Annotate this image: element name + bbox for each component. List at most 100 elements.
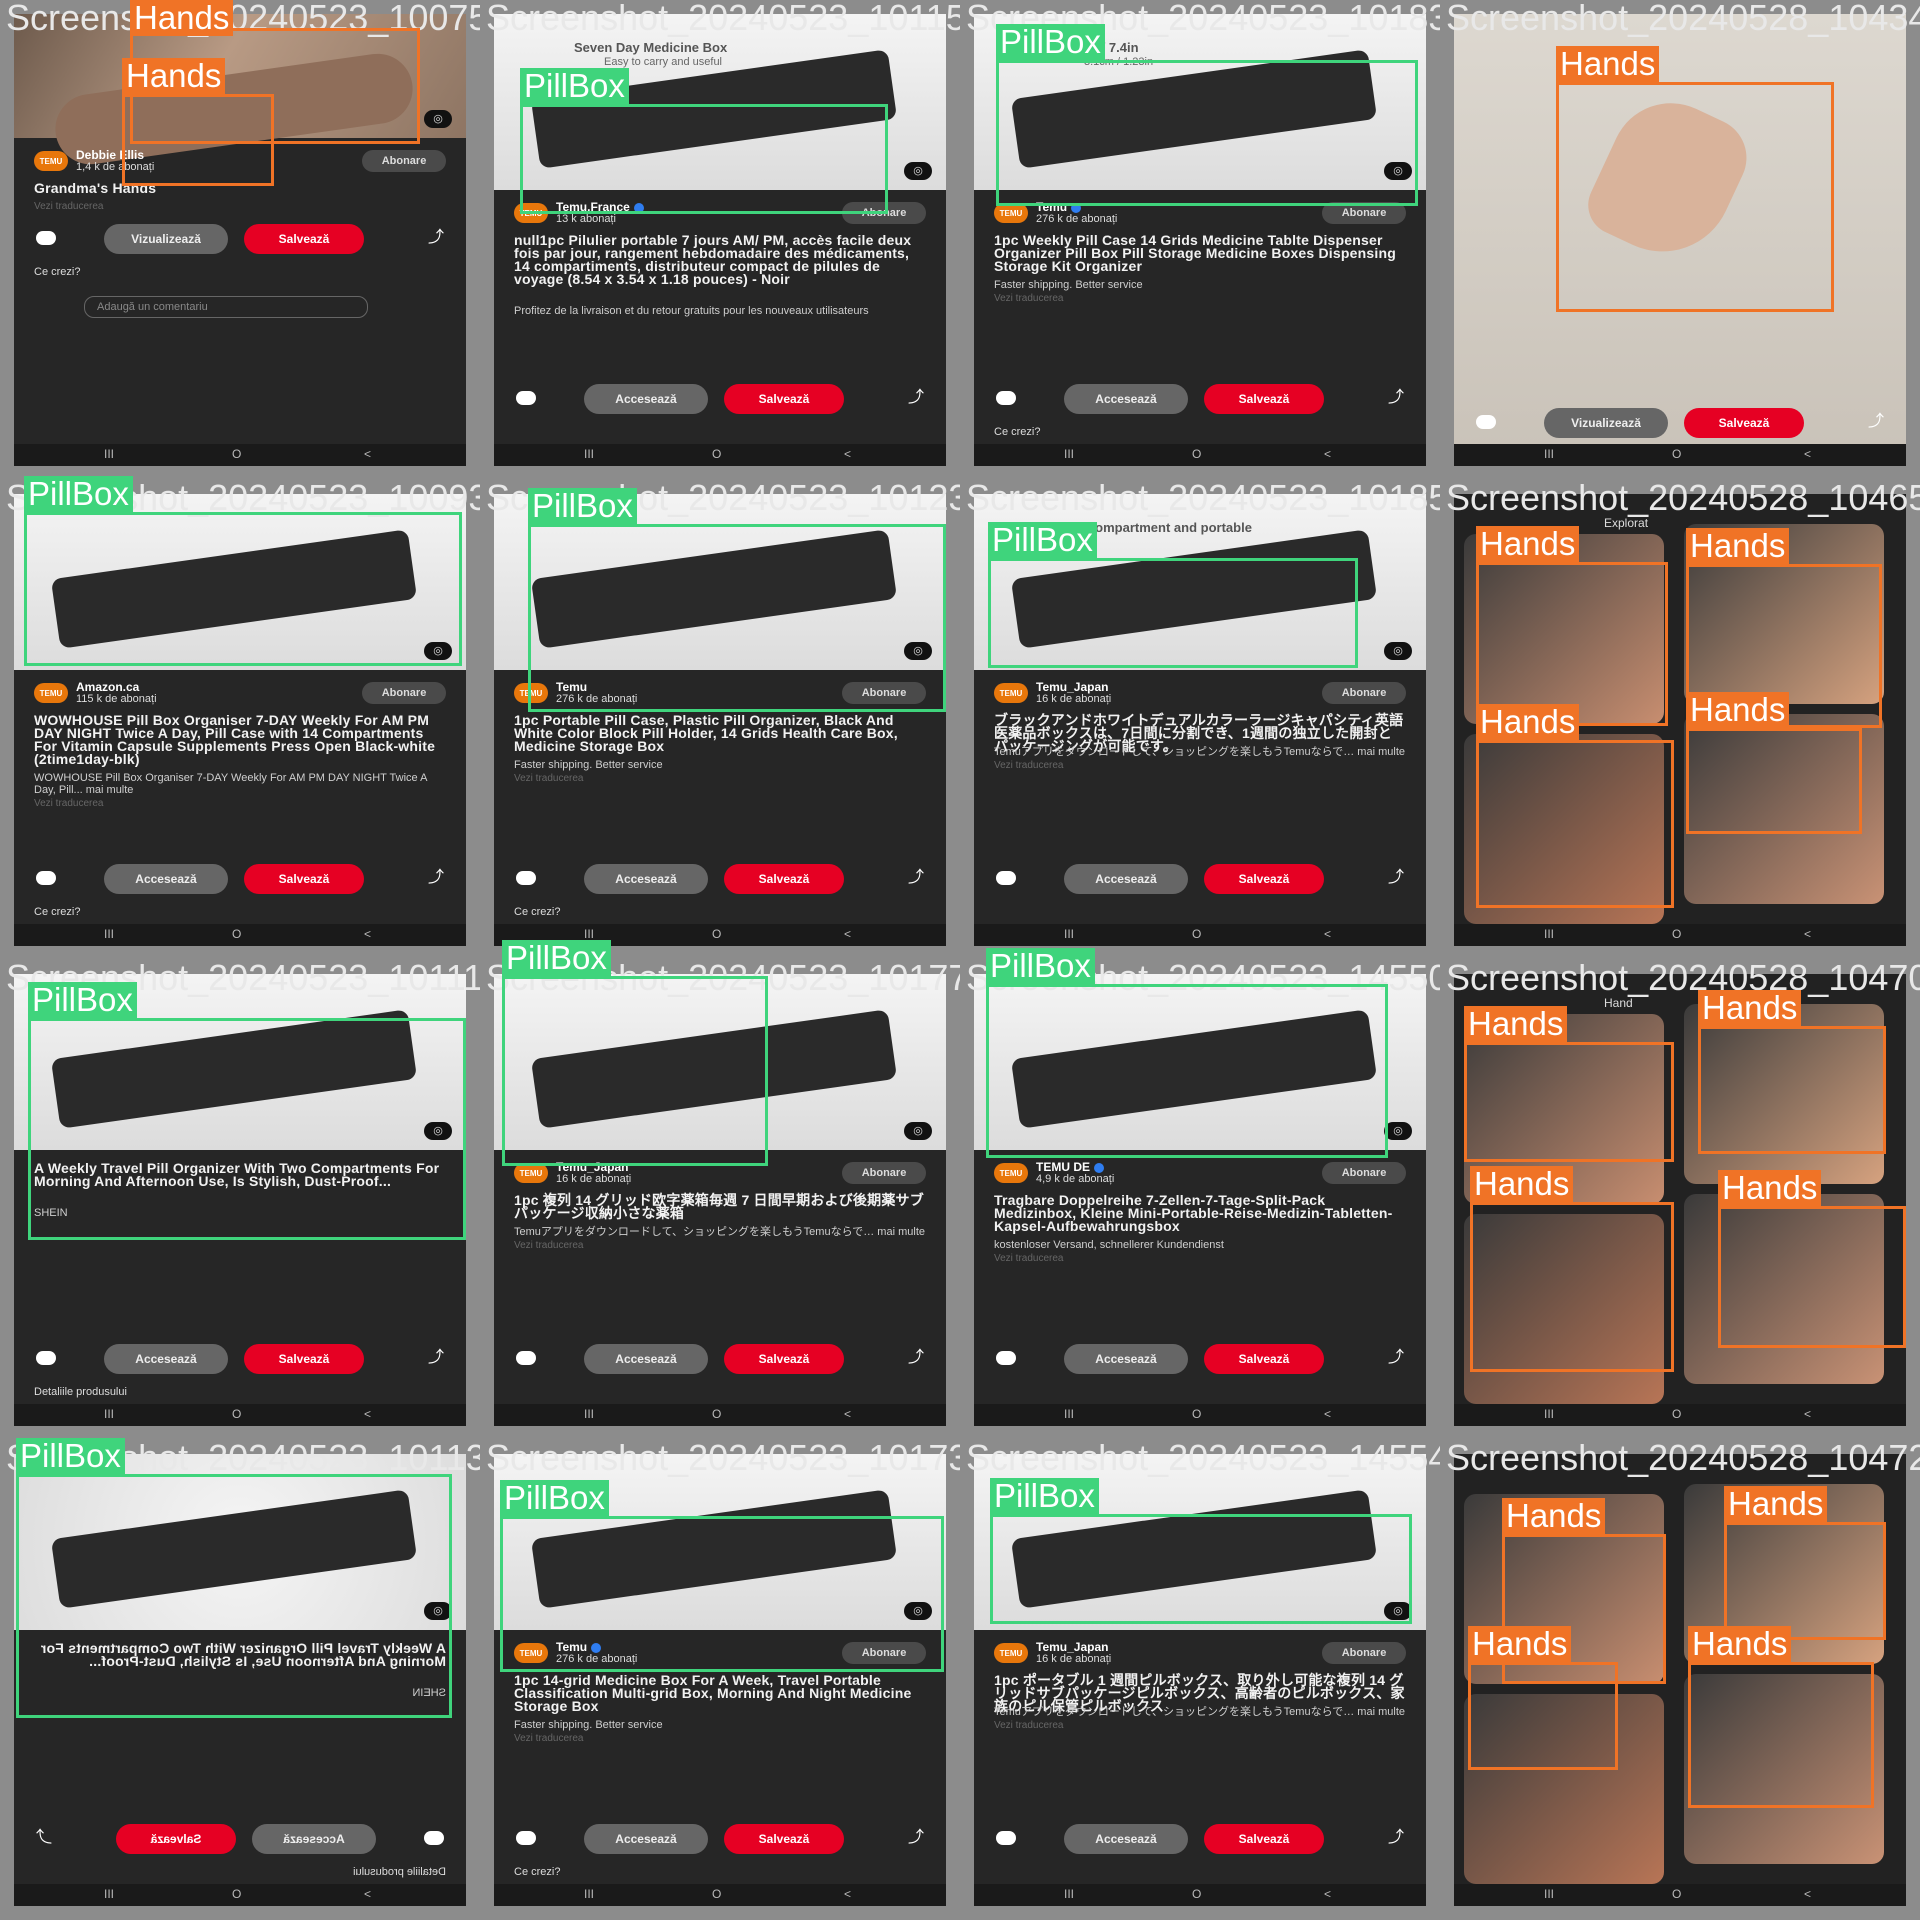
share-icon[interactable]: ⤴ [428, 870, 444, 886]
share-icon[interactable]: ⤴ [1388, 1350, 1404, 1366]
visit-button[interactable]: Accesează [584, 384, 708, 414]
channel-name[interactable]: Amazon.ca [76, 681, 157, 693]
avatar[interactable]: TEMU [994, 683, 1028, 703]
visit-button[interactable]: Accesează [104, 864, 228, 894]
comment-icon[interactable] [996, 391, 1016, 405]
save-button[interactable]: Salvează [1204, 384, 1324, 414]
comment-icon[interactable] [36, 231, 56, 245]
visit-button[interactable]: Accesează [1064, 864, 1188, 894]
recents-button[interactable]: III [1064, 1887, 1074, 1901]
home-button[interactable]: O [1672, 447, 1681, 461]
visit-button[interactable]: Accesează [584, 1824, 708, 1854]
home-button[interactable]: O [712, 1407, 721, 1421]
recents-button[interactable]: III [1064, 1407, 1074, 1421]
translate-link[interactable]: Vezi traducerea [994, 760, 1064, 771]
comment-icon[interactable] [1476, 415, 1496, 429]
lens-search-icon[interactable]: ◎ [424, 110, 452, 128]
avatar[interactable]: TEMU [34, 151, 68, 171]
share-icon[interactable]: ⤴ [428, 1350, 444, 1366]
follow-button[interactable]: Abonare [1322, 682, 1406, 704]
recents-button[interactable]: III [104, 1887, 114, 1901]
translate-link[interactable]: Vezi traducerea [994, 1253, 1064, 1264]
channel-name[interactable]: Temu_Japan [1036, 681, 1111, 693]
back-button[interactable]: < [364, 927, 371, 941]
translate-link[interactable]: Vezi traducerea [514, 1733, 584, 1744]
back-button[interactable]: < [844, 1887, 851, 1901]
recents-button[interactable]: III [1064, 927, 1074, 941]
share-icon[interactable]: ⤴ [908, 390, 924, 406]
translate-link[interactable]: Vezi traducerea [34, 201, 104, 212]
visit-button[interactable]: Accesează [104, 1344, 228, 1374]
recents-button[interactable]: III [584, 447, 594, 461]
share-icon[interactable]: ⤴ [1868, 414, 1884, 430]
back-button[interactable]: < [1324, 1407, 1331, 1421]
back-button[interactable]: < [844, 447, 851, 461]
share-icon[interactable]: ⤴ [1388, 870, 1404, 886]
home-button[interactable]: O [1192, 927, 1201, 941]
recents-button[interactable]: III [584, 1887, 594, 1901]
follow-button[interactable]: Abonare [362, 150, 446, 172]
comment-icon[interactable] [424, 1831, 444, 1845]
channel[interactable]: TEMU Temu_Japan 16 k de abonați [994, 1640, 1111, 1666]
home-button[interactable]: O [1672, 1407, 1681, 1421]
save-button[interactable]: Salvează [1204, 1824, 1324, 1854]
visit-button[interactable]: Accesează [584, 864, 708, 894]
visit-button[interactable]: Accesează [584, 1344, 708, 1374]
comment-icon[interactable] [516, 1831, 536, 1845]
comment-icon[interactable] [996, 1831, 1016, 1845]
visit-button[interactable]: Accesează [1064, 1824, 1188, 1854]
share-icon[interactable]: ⤴ [36, 1829, 52, 1846]
share-icon[interactable]: ⤴ [1388, 390, 1404, 406]
lens-search-icon[interactable]: ◎ [1384, 642, 1412, 660]
recents-button[interactable]: III [104, 1407, 114, 1421]
follow-button[interactable]: Abonare [842, 1162, 926, 1184]
comment-icon[interactable] [516, 391, 536, 405]
home-button[interactable]: O [232, 447, 241, 461]
comment-icon[interactable] [996, 1351, 1016, 1365]
home-button[interactable]: O [712, 927, 721, 941]
back-button[interactable]: < [1804, 1887, 1811, 1901]
save-button[interactable]: Salvează [116, 1824, 236, 1854]
translate-link[interactable]: Vezi traducerea [514, 773, 584, 784]
recents-button[interactable]: III [1064, 447, 1074, 461]
save-button[interactable]: Salvează [724, 384, 844, 414]
comment-icon[interactable] [36, 871, 56, 885]
back-button[interactable]: < [1324, 447, 1331, 461]
back-button[interactable]: < [364, 447, 371, 461]
follow-button[interactable]: Abonare [1322, 1162, 1406, 1184]
home-button[interactable]: O [1192, 1407, 1201, 1421]
back-button[interactable]: < [1324, 927, 1331, 941]
recents-button[interactable]: III [1544, 927, 1554, 941]
home-button[interactable]: O [232, 1407, 241, 1421]
share-icon[interactable]: ⤴ [908, 1350, 924, 1366]
visit-button[interactable]: Accesează [252, 1824, 376, 1854]
save-button[interactable]: Salvează [724, 1344, 844, 1374]
avatar[interactable]: TEMU [34, 683, 68, 703]
save-button[interactable]: Salvează [1204, 864, 1324, 894]
back-button[interactable]: < [364, 1407, 371, 1421]
back-button[interactable]: < [1804, 927, 1811, 941]
follow-button[interactable]: Abonare [362, 682, 446, 704]
back-button[interactable]: < [364, 1887, 371, 1901]
visit-button[interactable]: Vizualizează [1544, 408, 1668, 438]
home-button[interactable]: O [712, 1887, 721, 1901]
visit-button[interactable]: Vizualizează [104, 224, 228, 254]
recents-button[interactable]: III [1544, 1407, 1554, 1421]
translate-link[interactable]: Vezi traducerea [34, 798, 104, 809]
home-button[interactable]: O [1192, 447, 1201, 461]
save-button[interactable]: Salvează [1204, 1344, 1324, 1374]
avatar[interactable]: TEMU [994, 1163, 1028, 1183]
back-button[interactable]: < [1324, 1887, 1331, 1901]
visit-button[interactable]: Accesează [1064, 384, 1188, 414]
home-button[interactable]: O [712, 447, 721, 461]
recents-button[interactable]: III [1544, 447, 1554, 461]
translate-link[interactable]: Vezi traducerea [994, 293, 1064, 304]
lens-search-icon[interactable]: ◎ [904, 1122, 932, 1140]
translate-link[interactable]: Vezi traducerea [514, 1240, 584, 1251]
back-button[interactable]: < [1804, 447, 1811, 461]
comment-icon[interactable] [516, 1351, 536, 1365]
save-button[interactable]: Salvează [724, 864, 844, 894]
share-icon[interactable]: ⤴ [428, 230, 444, 246]
back-button[interactable]: < [844, 1407, 851, 1421]
recents-button[interactable]: III [104, 927, 114, 941]
